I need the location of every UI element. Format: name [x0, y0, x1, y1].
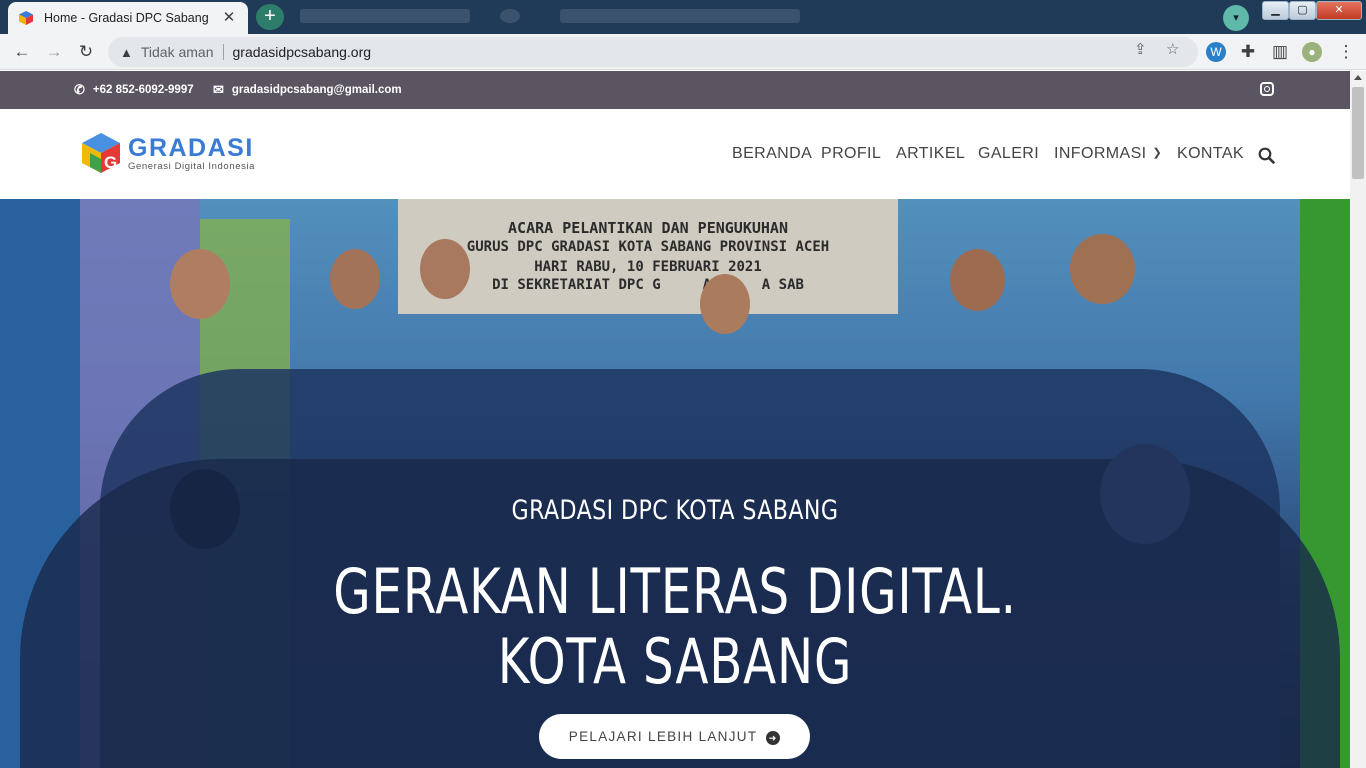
nav-informasi[interactable]: INFORMASI ❯: [1054, 145, 1162, 163]
tab-search-icon[interactable]: ▾: [1223, 5, 1249, 31]
minimize-button[interactable]: ▁: [1262, 1, 1289, 20]
search-icon[interactable]: [1258, 147, 1275, 164]
email-address: gradasidpcsabang@gmail.com: [231, 84, 402, 96]
page-scrollbar[interactable]: [1350, 71, 1366, 768]
phone-number: +62 852-6092-9997: [92, 84, 194, 96]
profile-avatar[interactable]: ●: [1302, 42, 1322, 62]
nav-kontak[interactable]: KONTAK: [1177, 145, 1244, 163]
nav-artikel[interactable]: ARTIKEL: [896, 145, 965, 163]
hero-title-line-2: KOTA SABANG: [497, 625, 853, 698]
forward-icon[interactable]: →: [42, 40, 66, 64]
nav-beranda[interactable]: BERANDA: [732, 145, 812, 163]
browser-tab[interactable]: Home - Gradasi DPC Sabang ✕: [8, 2, 248, 34]
logo-name: GRADASI: [128, 133, 254, 162]
email-contact[interactable]: ✉ gradasidpcsabang@gmail.com: [213, 82, 402, 98]
back-icon[interactable]: ←: [10, 40, 34, 64]
menu-kebab-icon[interactable]: ⋮: [1334, 40, 1358, 64]
hero-subtitle: GRADASI DPC KOTA SABANG: [511, 495, 839, 526]
maximize-button[interactable]: ▢: [1289, 1, 1316, 20]
scroll-thumb[interactable]: [1352, 87, 1364, 179]
extensions-puzzle-icon[interactable]: ✚: [1236, 40, 1260, 64]
site-logo[interactable]: G GRADASI Generasi Digital Indonesia: [80, 131, 255, 175]
background-tab[interactable]: [560, 9, 800, 23]
side-panel-icon[interactable]: ▥: [1268, 40, 1292, 64]
web-page: ✆ +62 852-6092-9997 ✉ gradasidpcsabang@g…: [0, 71, 1350, 768]
hero-slider: ACARA PELANTIKAN DAN PENGUKUHAN GURUS DP…: [0, 199, 1350, 768]
browser-toolbar: ← → ↻ ▲ Tidak aman gradasidpcsabang.org …: [0, 34, 1366, 70]
new-tab-button[interactable]: +: [256, 4, 284, 30]
chevron-down-icon: ❯: [1152, 147, 1163, 159]
background-tab[interactable]: [500, 9, 520, 23]
nav-profil[interactable]: PROFIL: [821, 145, 881, 163]
instagram-icon[interactable]: [1260, 82, 1274, 96]
warning-icon[interactable]: ▲: [120, 45, 133, 60]
learn-more-label: PELAJARI LEBIH LANJUT: [568, 729, 758, 744]
site-favicon-icon: [19, 11, 33, 25]
security-label[interactable]: Tidak aman: [141, 44, 214, 60]
arrow-right-circle-icon: ➜: [766, 731, 781, 745]
address-bar[interactable]: ▲ Tidak aman gradasidpcsabang.org ⇪ ☆: [108, 37, 1198, 67]
nav-galeri[interactable]: GALERI: [978, 145, 1039, 163]
gradasi-logo-mark-icon: G: [82, 133, 120, 173]
share-icon[interactable]: ⇪: [1134, 40, 1147, 58]
url-text[interactable]: gradasidpcsabang.org: [233, 44, 372, 60]
phone-contact[interactable]: ✆ +62 852-6092-9997: [74, 82, 194, 98]
scroll-up-arrow-icon[interactable]: [1354, 75, 1362, 80]
background-tab[interactable]: [300, 9, 470, 23]
tab-close-icon[interactable]: ✕: [220, 9, 238, 27]
svg-text:G: G: [104, 153, 117, 172]
top-contact-bar: ✆ +62 852-6092-9997 ✉ gradasidpcsabang@g…: [0, 71, 1350, 109]
hero-title-line-1: GERAKAN LITERAS DIGITAL.: [333, 555, 1017, 628]
envelope-icon: ✉: [213, 82, 224, 97]
nav-informasi-label: INFORMASI: [1054, 145, 1147, 162]
phone-icon: ✆: [74, 82, 85, 97]
learn-more-button[interactable]: PELAJARI LEBIH LANJUT ➜: [539, 714, 810, 759]
site-header: G GRADASI Generasi Digital Indonesia BER…: [0, 109, 1350, 199]
tab-title: Home - Gradasi DPC Sabang: [44, 11, 209, 25]
bookmark-star-icon[interactable]: ☆: [1166, 40, 1179, 58]
reload-icon[interactable]: ↻: [74, 40, 98, 64]
divider: [222, 44, 224, 60]
close-window-button[interactable]: ✕: [1316, 1, 1362, 20]
hero-title: GERAKAN LITERAS DIGITAL. KOTA SABANG: [149, 557, 1202, 697]
wordpress-extension-icon[interactable]: W: [1206, 42, 1226, 62]
logo-tagline: Generasi Digital Indonesia: [128, 160, 256, 172]
browser-tab-strip: Home - Gradasi DPC Sabang ✕ + ▾ ▁ ▢ ✕: [0, 0, 1366, 34]
